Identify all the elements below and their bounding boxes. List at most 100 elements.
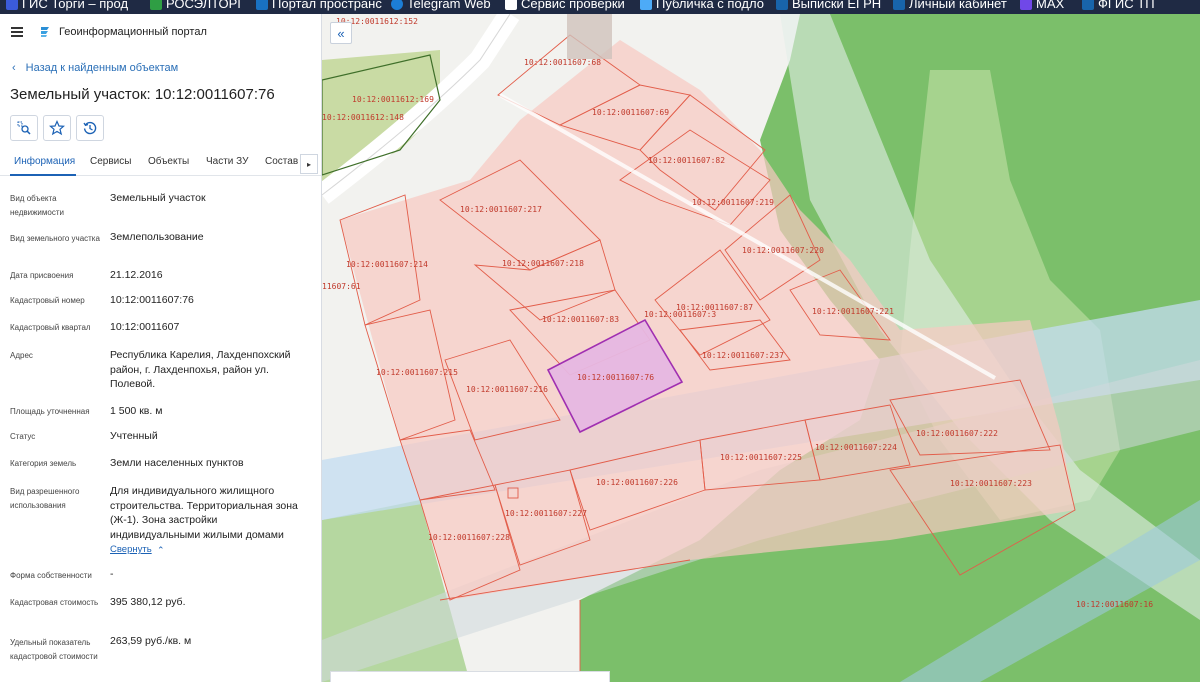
parcel-label: 10:12:0011607:83 — [542, 315, 619, 324]
field-label: Кадастровый номер — [10, 296, 85, 305]
bookmark-portal[interactable]: Портал пространс — [256, 0, 382, 11]
parcel-label: 10:12:0011607:220 — [742, 246, 824, 255]
field-value-land-category: Земли населенных пунктов — [110, 457, 244, 469]
bookmark-service[interactable]: Сервис проверки — [505, 0, 625, 11]
field-label: Удельный показатель кадастровой стоимост… — [10, 638, 98, 661]
parcel-label: 10:12:0011612:169 — [352, 95, 434, 104]
tabs-scroll-right-button[interactable]: ▸ — [300, 154, 318, 174]
field-label: Кадастровая стоимость — [10, 598, 99, 607]
bookmarks-bar: ГИС Торги – прод РОСЭЛТОРГ Портал простр… — [0, 0, 1200, 14]
double-chevron-left-icon: « — [337, 25, 345, 41]
field-label: Площадь уточненная — [10, 407, 90, 416]
parcel-label: 10:12:0011607:3 — [644, 310, 716, 319]
parcel-label-selected: 10:12:0011607:76 — [577, 373, 654, 382]
field-value-status: Учтенный — [110, 430, 158, 442]
parcel-label: 10:12:0011607:237 — [702, 351, 784, 360]
bookmark-icon — [150, 0, 162, 10]
parcel-label: 10:12:0011607:216 — [466, 385, 548, 394]
parcel-label: 10:12:0011607:214 — [346, 260, 428, 269]
parcel-label: 10:12:0011607:217 — [460, 205, 542, 214]
field-value-cadastral-cost: 395 380,12 руб. — [110, 596, 186, 608]
parcel-label: 10:12:0011607:226 — [596, 478, 678, 487]
bookmark-icon — [640, 0, 652, 10]
page-title: Земельный участок: 10:12:0011607:76 — [10, 86, 275, 103]
object-info-panel: Геоинформационный портал ‹ Назад к найде… — [0, 14, 322, 682]
field-value-parcel-type: Землепользование — [110, 231, 204, 243]
back-to-results-link[interactable]: ‹ Назад к найденным объектам — [12, 62, 178, 74]
cadastral-map[interactable]: 10:12:0011612:152 10:12:0011607:68 10:12… — [322, 14, 1200, 682]
bookmark-telegram[interactable]: Telegram Web — [391, 0, 491, 11]
tab-composition[interactable]: Состав — [265, 156, 298, 167]
parcel-label: 10:12:0011607:228 — [428, 533, 510, 542]
bookmark-cabinet[interactable]: Личный кабинет — [893, 0, 1007, 11]
field-label: Вид земельного участка — [10, 234, 100, 243]
field-label: Кадастровый квартал — [10, 323, 91, 332]
telegram-icon — [391, 0, 403, 10]
app-header: Геоинформационный портал — [0, 14, 321, 52]
history-icon — [83, 121, 97, 135]
bookmark-icon — [256, 0, 268, 10]
field-value-object-type: Земельный участок — [110, 192, 206, 204]
map-bottom-bar[interactable] — [330, 671, 610, 682]
field-label: Дата присвоения — [10, 271, 74, 280]
building — [567, 14, 612, 59]
tab-services[interactable]: Сервисы — [90, 156, 131, 167]
parcel-label: 10:12:0011612:148 — [322, 113, 404, 122]
bookmark-egrn[interactable]: Выписки ЕГРН — [776, 0, 881, 11]
star-icon — [49, 120, 65, 136]
parcel-label: 10:12:0011607:69 — [592, 108, 669, 117]
chevron-up-icon[interactable]: ⌃ — [157, 545, 165, 556]
parcel-label: 10:12:0011607:16 — [1076, 600, 1153, 609]
parcel-label: 10:12:0011607:82 — [648, 156, 725, 165]
bookmark-icon — [6, 0, 18, 10]
caret-right-icon: ▸ — [306, 159, 311, 169]
tab-information[interactable]: Информация — [14, 156, 75, 167]
tab-parcel-parts[interactable]: Части ЗУ — [206, 156, 248, 167]
collapse-link[interactable]: Свернуть — [110, 544, 152, 555]
field-label: Статус — [10, 432, 36, 441]
parcel-label: 10:12:0011607:222 — [916, 429, 998, 438]
bookmark-roseltorg[interactable]: РОСЭЛТОРГ — [150, 0, 244, 11]
portal-logo-icon — [41, 27, 49, 37]
collapse-panel-button[interactable]: « — [330, 22, 352, 44]
field-label: Форма собственности — [10, 571, 92, 580]
field-value-ownership: - — [110, 568, 114, 580]
field-value-cadastral-number: 10:12:0011607:76 — [110, 294, 194, 306]
field-value-cadastral-quarter: 10:12:0011607 — [110, 321, 180, 333]
chevron-left-icon: ‹ — [12, 62, 16, 74]
locate-object-button[interactable] — [10, 115, 38, 141]
app-title: Геоинформационный портал — [59, 26, 207, 38]
active-tab-indicator — [10, 174, 76, 176]
bookmark-max[interactable]: MAX — [1020, 0, 1064, 11]
bookmark-fgis-tp[interactable]: ФГИС ТП — [1082, 0, 1155, 11]
bookmark-gis-torgi[interactable]: ГИС Торги – прод — [6, 0, 128, 11]
field-label: Вид разрешенного использования — [10, 487, 80, 510]
favorite-button[interactable] — [43, 115, 71, 141]
map-view[interactable]: 10:12:0011612:152 10:12:0011607:68 10:12… — [322, 14, 1200, 682]
menu-icon[interactable] — [11, 27, 23, 37]
parcel-label: 10:12:0011607:227 — [505, 509, 587, 518]
info-tabs: Информация Сервисы Объекты Части ЗУ Сост… — [0, 152, 321, 176]
parcel-label: 10:12:0011607:219 — [692, 198, 774, 207]
k-icon — [505, 0, 517, 10]
back-link-label: Назад к найденным объектам — [25, 62, 179, 74]
field-label: Категория земель — [10, 459, 77, 468]
parcel-label: 10:12:0011607:68 — [524, 58, 601, 67]
parcel-label: 10:12:0011607:221 — [812, 307, 894, 316]
parcel-label: 10:12:0011607:218 — [502, 259, 584, 268]
history-button[interactable] — [76, 115, 104, 141]
bookmark-icon — [893, 0, 905, 10]
field-value-permitted-use: Для индивидуального жилищного строительс… — [110, 485, 298, 541]
field-value-area: 1 500 кв. м — [110, 405, 163, 417]
field-label: Вид объекта недвижимости — [10, 194, 64, 217]
bookmark-publichka[interactable]: Публичка с подло — [640, 0, 764, 11]
parcel-label: 10:12:0011607:223 — [950, 479, 1032, 488]
parcel-label: 10:12:0011607:225 — [720, 453, 802, 462]
parcel-label: 10:12:0011607:224 — [815, 443, 897, 452]
parcel-label: 10:12:0011607:215 — [376, 368, 458, 377]
field-value-unit-cost: 263,59 руб./кв. м — [110, 635, 192, 647]
bookmark-icon — [1082, 0, 1094, 10]
max-icon — [1020, 0, 1032, 10]
tab-objects[interactable]: Объекты — [148, 156, 189, 167]
field-label: Адрес — [10, 351, 33, 360]
